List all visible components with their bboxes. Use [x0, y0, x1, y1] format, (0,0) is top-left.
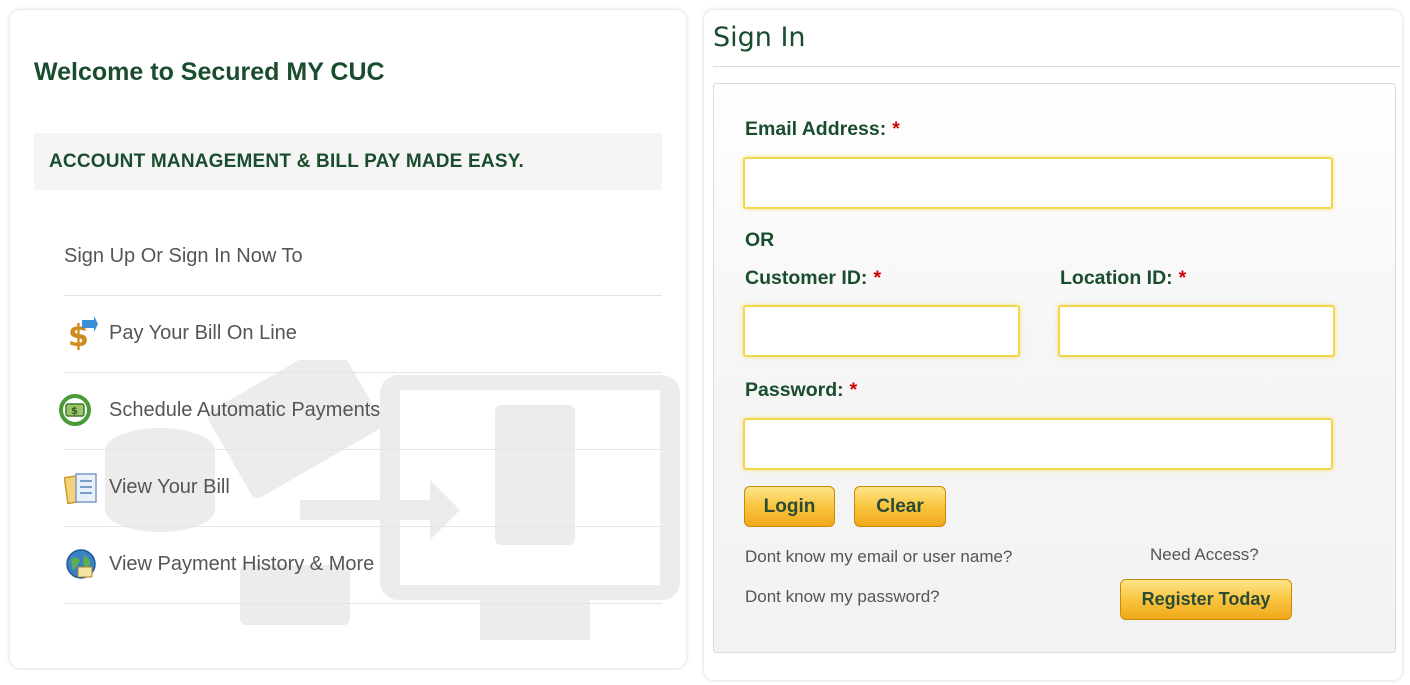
feature-list: Sign Up Or Sign In Now To $ Pay Your Bil… [59, 232, 662, 604]
bill-document-icon [64, 473, 97, 504]
welcome-title: Welcome to Secured MY CUC [34, 58, 385, 86]
list-item: View Your Bill [64, 450, 662, 527]
recurring-money-icon: $ [59, 394, 91, 426]
clear-button[interactable]: Clear [854, 486, 946, 527]
required-marker: * [873, 267, 882, 289]
or-separator: OR [745, 229, 775, 251]
forgot-username-link[interactable]: Dont know my email or user name? [745, 547, 1012, 567]
feature-intro: Sign Up Or Sign In Now To [64, 232, 662, 296]
customer-id-label: Customer ID: * [745, 267, 882, 289]
forgot-password-link[interactable]: Dont know my password? [745, 587, 940, 607]
location-id-field[interactable] [1058, 305, 1335, 357]
feature-label: Schedule Automatic Payments [109, 399, 381, 421]
tagline-text: ACCOUNT MANAGEMENT & BILL PAY MADE EASY. [49, 151, 524, 172]
password-label: Password: * [745, 379, 858, 401]
required-marker: * [849, 379, 858, 401]
dollar-arrow-icon: $ [68, 316, 98, 350]
email-field[interactable] [743, 157, 1333, 209]
customer-id-field[interactable] [743, 305, 1020, 357]
location-id-label: Location ID: * [1060, 267, 1187, 289]
email-label: Email Address: * [745, 118, 900, 140]
divider [713, 66, 1400, 67]
tagline-banner: ACCOUNT MANAGEMENT & BILL PAY MADE EASY. [34, 133, 662, 190]
globe-history-icon [66, 549, 96, 579]
feature-label: View Payment History & More [109, 553, 375, 575]
sign-in-form: Email Address: * OR Customer ID: * Locatio… [713, 83, 1396, 653]
need-access-text: Need Access? [1150, 545, 1259, 564]
welcome-panel: Welcome to Secured MY CUC ACCOUNT MANAGE… [10, 10, 686, 668]
required-marker: * [1178, 267, 1187, 289]
sign-in-title: Sign In [713, 22, 806, 53]
svg-text:$: $ [71, 406, 78, 417]
password-field[interactable] [743, 418, 1333, 470]
login-button[interactable]: Login [744, 486, 835, 527]
required-marker: * [892, 118, 900, 140]
list-item: $ Schedule Automatic Payments [59, 373, 662, 450]
list-item: $ Pay Your Bill On Line [64, 296, 662, 373]
feature-label: Pay Your Bill On Line [109, 322, 297, 344]
feature-label: View Your Bill [109, 476, 230, 498]
register-button[interactable]: Register Today [1120, 579, 1292, 620]
sign-in-panel: Sign In Email Address: * OR Customer ID: *… [704, 10, 1402, 680]
list-item: View Payment History & More [64, 527, 662, 604]
